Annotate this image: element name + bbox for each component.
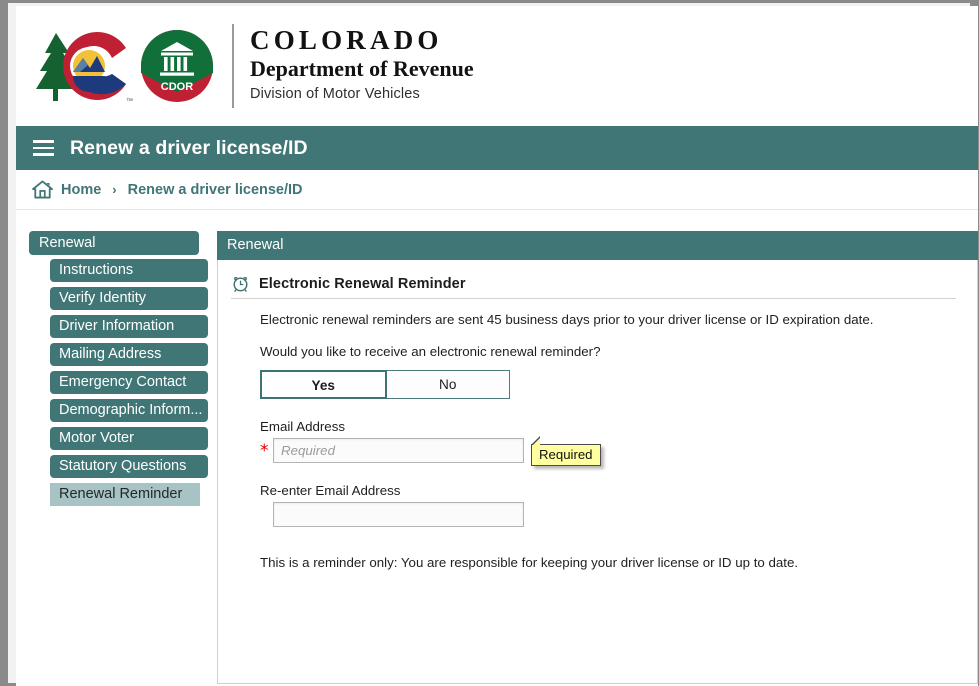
- sidebar-root-renewal[interactable]: Renewal: [29, 231, 199, 255]
- intro-text: Electronic renewal reminders are sent 45…: [260, 312, 874, 327]
- brand-wordmark: COLORADO Department of Revenue Division …: [250, 26, 474, 106]
- browser-page-frame: ™ CDOR COLORADO Department of Revenue Di…: [0, 0, 979, 686]
- sidebar-item-emergency-contact[interactable]: Emergency Contact: [50, 371, 208, 394]
- panel-header-renewal: Renewal: [217, 231, 978, 260]
- email-address-label: Email Address: [260, 418, 345, 434]
- panel-body: Electronic Renewal Reminder Electronic r…: [217, 260, 978, 684]
- breadcrumb-separator: ›: [112, 182, 117, 197]
- sidebar-item-driver-information[interactable]: Driver Information: [50, 315, 208, 338]
- section-title: Electronic Renewal Reminder: [259, 275, 466, 292]
- required-asterisk: *: [260, 440, 269, 461]
- page-content: ™ CDOR COLORADO Department of Revenue Di…: [16, 6, 978, 686]
- sidebar-item-statutory-questions[interactable]: Statutory Questions: [50, 455, 208, 478]
- reenter-email-input-row: [260, 501, 959, 527]
- sidebar-navigation: Renewal Instructions Verify Identity Dri…: [29, 231, 211, 506]
- svg-text:™: ™: [126, 98, 133, 105]
- breadcrumb-home-link[interactable]: Home: [61, 182, 101, 198]
- cdor-seal-icon: CDOR: [141, 30, 213, 102]
- footnote-text: This is a reminder only: You are respons…: [260, 554, 799, 570]
- hamburger-menu-icon[interactable]: [33, 140, 54, 156]
- reenter-email-label: Re-enter Email Address: [260, 482, 401, 498]
- cdor-label: CDOR: [161, 81, 193, 93]
- reenter-email-input[interactable]: [273, 501, 524, 527]
- reminder-yes-button[interactable]: Yes: [260, 369, 387, 399]
- email-address-input-row: *: [260, 437, 959, 463]
- sidebar-item-renewal-reminder[interactable]: Renewal Reminder: [50, 483, 200, 506]
- brand-header: ™ CDOR COLORADO Department of Revenue Di…: [16, 6, 978, 126]
- body-area: Renewal Instructions Verify Identity Dri…: [16, 211, 978, 686]
- logo-group: ™ CDOR: [34, 24, 214, 108]
- reenter-email-field-block: Re-enter Email Address: [260, 483, 959, 527]
- sidebar-item-mailing-address[interactable]: Mailing Address: [50, 343, 208, 366]
- sidebar-item-instructions[interactable]: Instructions: [50, 259, 208, 282]
- home-icon[interactable]: [32, 180, 53, 199]
- brand-department-name: Department of Revenue: [250, 56, 474, 82]
- sidebar-item-verify-identity[interactable]: Verify Identity: [50, 287, 208, 310]
- breadcrumb-current-page: Renew a driver license/ID: [127, 181, 303, 198]
- email-address-field-block: Email Address * Required: [260, 418, 959, 466]
- page-title: Renew a driver license/ID: [70, 136, 308, 159]
- sidebar-items: Instructions Verify Identity Driver Info…: [29, 259, 211, 506]
- question-text: Would you like to receive an electronic …: [260, 344, 601, 360]
- sidebar-item-demographic-information[interactable]: Demographic Inform...: [50, 399, 208, 422]
- alarm-clock-icon: [233, 276, 248, 293]
- app-title-bar: Renew a driver license/ID: [16, 126, 978, 170]
- brand-divider: [232, 24, 234, 108]
- colorado-state-logo-icon: ™: [36, 32, 133, 105]
- email-address-input[interactable]: [273, 437, 524, 463]
- main-panel: Renewal Electronic Renewal Reminder Elec…: [217, 231, 978, 686]
- reminder-choice-group: Yes No: [260, 369, 510, 399]
- sidebar-item-motor-voter[interactable]: Motor Voter: [50, 427, 208, 450]
- brand-division-name: Division of Motor Vehicles: [250, 86, 420, 103]
- reminder-no-button[interactable]: No: [386, 369, 510, 399]
- brand-state-name: COLORADO: [250, 25, 443, 56]
- section-header: Electronic Renewal Reminder: [231, 274, 956, 299]
- breadcrumb: Home › Renew a driver license/ID: [16, 170, 978, 210]
- required-tooltip: Required: [531, 435, 601, 466]
